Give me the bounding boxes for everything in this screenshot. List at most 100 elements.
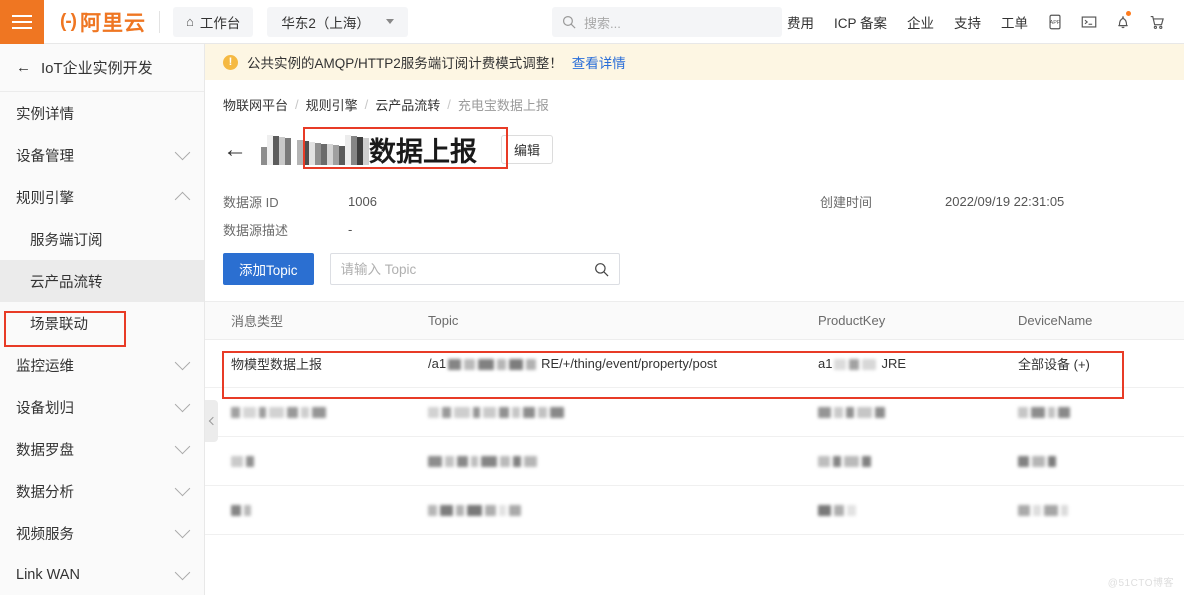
sidebar-header-label: IoT企业实例开发 <box>41 57 153 78</box>
search-icon <box>562 15 576 29</box>
search-icon[interactable] <box>594 262 609 277</box>
table-cell-redacted <box>810 388 1010 437</box>
redacted-cell <box>1018 486 1176 534</box>
aliyun-logo[interactable]: (-) 阿里云 <box>60 7 146 37</box>
redacted-text <box>523 407 535 418</box>
column-header-devicename[interactable]: DeviceName <box>1010 302 1184 340</box>
sidebar-item-0[interactable]: 实例详情 <box>0 92 204 134</box>
chevron-down-icon[interactable] <box>175 397 191 413</box>
redacted-text <box>287 407 298 418</box>
redacted-cell <box>818 486 1002 534</box>
redacted-text <box>478 359 494 370</box>
column-header-message-type[interactable]: 消息类型 <box>205 302 420 340</box>
breadcrumb-item-2[interactable]: 云产品流转 <box>375 95 440 114</box>
sidebar-item-11[interactable]: Link WAN <box>0 554 204 595</box>
table-row[interactable] <box>205 437 1184 486</box>
sidebar-item-4[interactable]: 云产品流转 <box>0 260 204 302</box>
redacted-text <box>834 407 843 418</box>
edit-button[interactable]: 编辑 <box>501 135 553 164</box>
page-title: 数据上报 <box>369 130 477 169</box>
workbench-button[interactable]: ⌂ 工作台 <box>173 7 253 37</box>
notice-banner-link[interactable]: 查看详情 <box>572 52 626 72</box>
table-row[interactable] <box>205 486 1184 535</box>
column-header-productkey[interactable]: ProductKey <box>810 302 1010 340</box>
redacted-text <box>312 407 326 418</box>
redacted-cell <box>834 357 879 371</box>
redacted-text <box>231 505 241 516</box>
home-icon: ⌂ <box>186 14 194 29</box>
chevron-down-icon[interactable] <box>175 565 191 581</box>
redacted-text <box>512 407 520 418</box>
table-cell-redacted <box>1010 486 1184 535</box>
sidebar-item-7[interactable]: 设备划归 <box>0 386 204 428</box>
redacted-text <box>833 456 841 467</box>
sidebar-item-10[interactable]: 视频服务 <box>0 512 204 554</box>
region-selector[interactable]: 华东2（上海） <box>267 7 408 37</box>
page-back-icon[interactable]: ← <box>223 138 247 162</box>
table-cell-redacted <box>205 437 420 486</box>
topbar-link-icp[interactable]: ICP 备案 <box>824 12 897 32</box>
redacted-text <box>847 505 856 516</box>
chevron-down-icon[interactable] <box>175 355 191 371</box>
main-content: ! 公共实例的AMQP/HTTP2服务端订阅计费模式调整！ 查看详情 物联网平台… <box>205 44 1184 595</box>
sidebar-item-label: 视频服务 <box>16 523 74 544</box>
topbar-link-support[interactable]: 支持 <box>944 12 991 32</box>
sidebar-item-label: 场景联动 <box>30 313 88 334</box>
redacted-text <box>244 505 251 516</box>
watermark: @51CTO博客 <box>1108 574 1174 589</box>
chevron-down-icon[interactable] <box>175 439 191 455</box>
topbar-link-ticket[interactable]: 工单 <box>991 12 1038 32</box>
redacted-text <box>1031 407 1045 418</box>
bell-icon[interactable] <box>1106 0 1140 44</box>
topbar-link-fee[interactable]: 费用 <box>777 12 824 32</box>
global-search[interactable]: 搜索... <box>552 7 782 37</box>
redacted-text <box>1033 505 1041 516</box>
breadcrumb-item-0[interactable]: 物联网平台 <box>223 95 288 114</box>
topic-search-input[interactable] <box>341 262 594 277</box>
topic-table-body: 物模型数据上报/a1RE/+/thing/event/property/post… <box>205 340 1184 535</box>
table-row[interactable] <box>205 388 1184 437</box>
redacted-cell <box>231 388 412 436</box>
breadcrumb-item-current: 充电宝数据上报 <box>458 95 549 114</box>
redacted-text <box>499 407 509 418</box>
datasource-id-value: 1006 <box>348 194 377 209</box>
console-terminal-icon[interactable] <box>1072 0 1106 44</box>
sidebar-item-label: 实例详情 <box>16 103 74 124</box>
sidebar-item-9[interactable]: 数据分析 <box>0 470 204 512</box>
redacted-text <box>428 407 439 418</box>
datasource-desc-value: - <box>348 222 352 237</box>
cart-icon[interactable] <box>1140 0 1174 44</box>
topic-search-box[interactable] <box>330 253 620 285</box>
sidebar-collapse-handle[interactable] <box>205 400 218 442</box>
table-row[interactable]: 物模型数据上报/a1RE/+/thing/event/property/post… <box>205 340 1184 388</box>
redacted-text <box>509 359 523 370</box>
sidebar-header-back[interactable]: ← IoT企业实例开发 <box>0 44 204 92</box>
redacted-text <box>464 359 475 370</box>
table-cell-redacted <box>205 486 420 535</box>
sidebar-item-1[interactable]: 设备管理 <box>0 134 204 176</box>
sidebar-item-3[interactable]: 服务端订阅 <box>0 218 204 260</box>
sidebar-item-2[interactable]: 规则引擎 <box>0 176 204 218</box>
redacted-text <box>246 456 254 467</box>
app-icon[interactable]: APP <box>1038 0 1072 44</box>
redacted-text <box>818 456 830 467</box>
add-topic-button[interactable]: 添加Topic <box>223 253 314 285</box>
chevron-down-icon[interactable] <box>175 523 191 539</box>
redacted-text <box>1048 407 1055 418</box>
topbar-link-enterprise[interactable]: 企业 <box>897 12 944 32</box>
sidebar-item-6[interactable]: 监控运维 <box>0 344 204 386</box>
chevron-down-icon[interactable] <box>175 145 191 161</box>
column-header-topic[interactable]: Topic <box>420 302 810 340</box>
redacted-text <box>473 407 480 418</box>
table-cell-redacted <box>810 486 1010 535</box>
hamburger-icon[interactable] <box>0 0 44 44</box>
sidebar-item-8[interactable]: 数据罗盘 <box>0 428 204 470</box>
breadcrumb-item-1[interactable]: 规则引擎 <box>306 95 358 114</box>
redacted-text <box>550 407 564 418</box>
chevron-up-icon[interactable] <box>175 191 191 207</box>
chevron-down-icon[interactable] <box>175 481 191 497</box>
redacted-text <box>1048 456 1056 467</box>
create-time-value: 2022/09/19 22:31:05 <box>945 194 1064 209</box>
redacted-cell <box>428 437 802 485</box>
sidebar-item-5[interactable]: 场景联动 <box>0 302 204 344</box>
